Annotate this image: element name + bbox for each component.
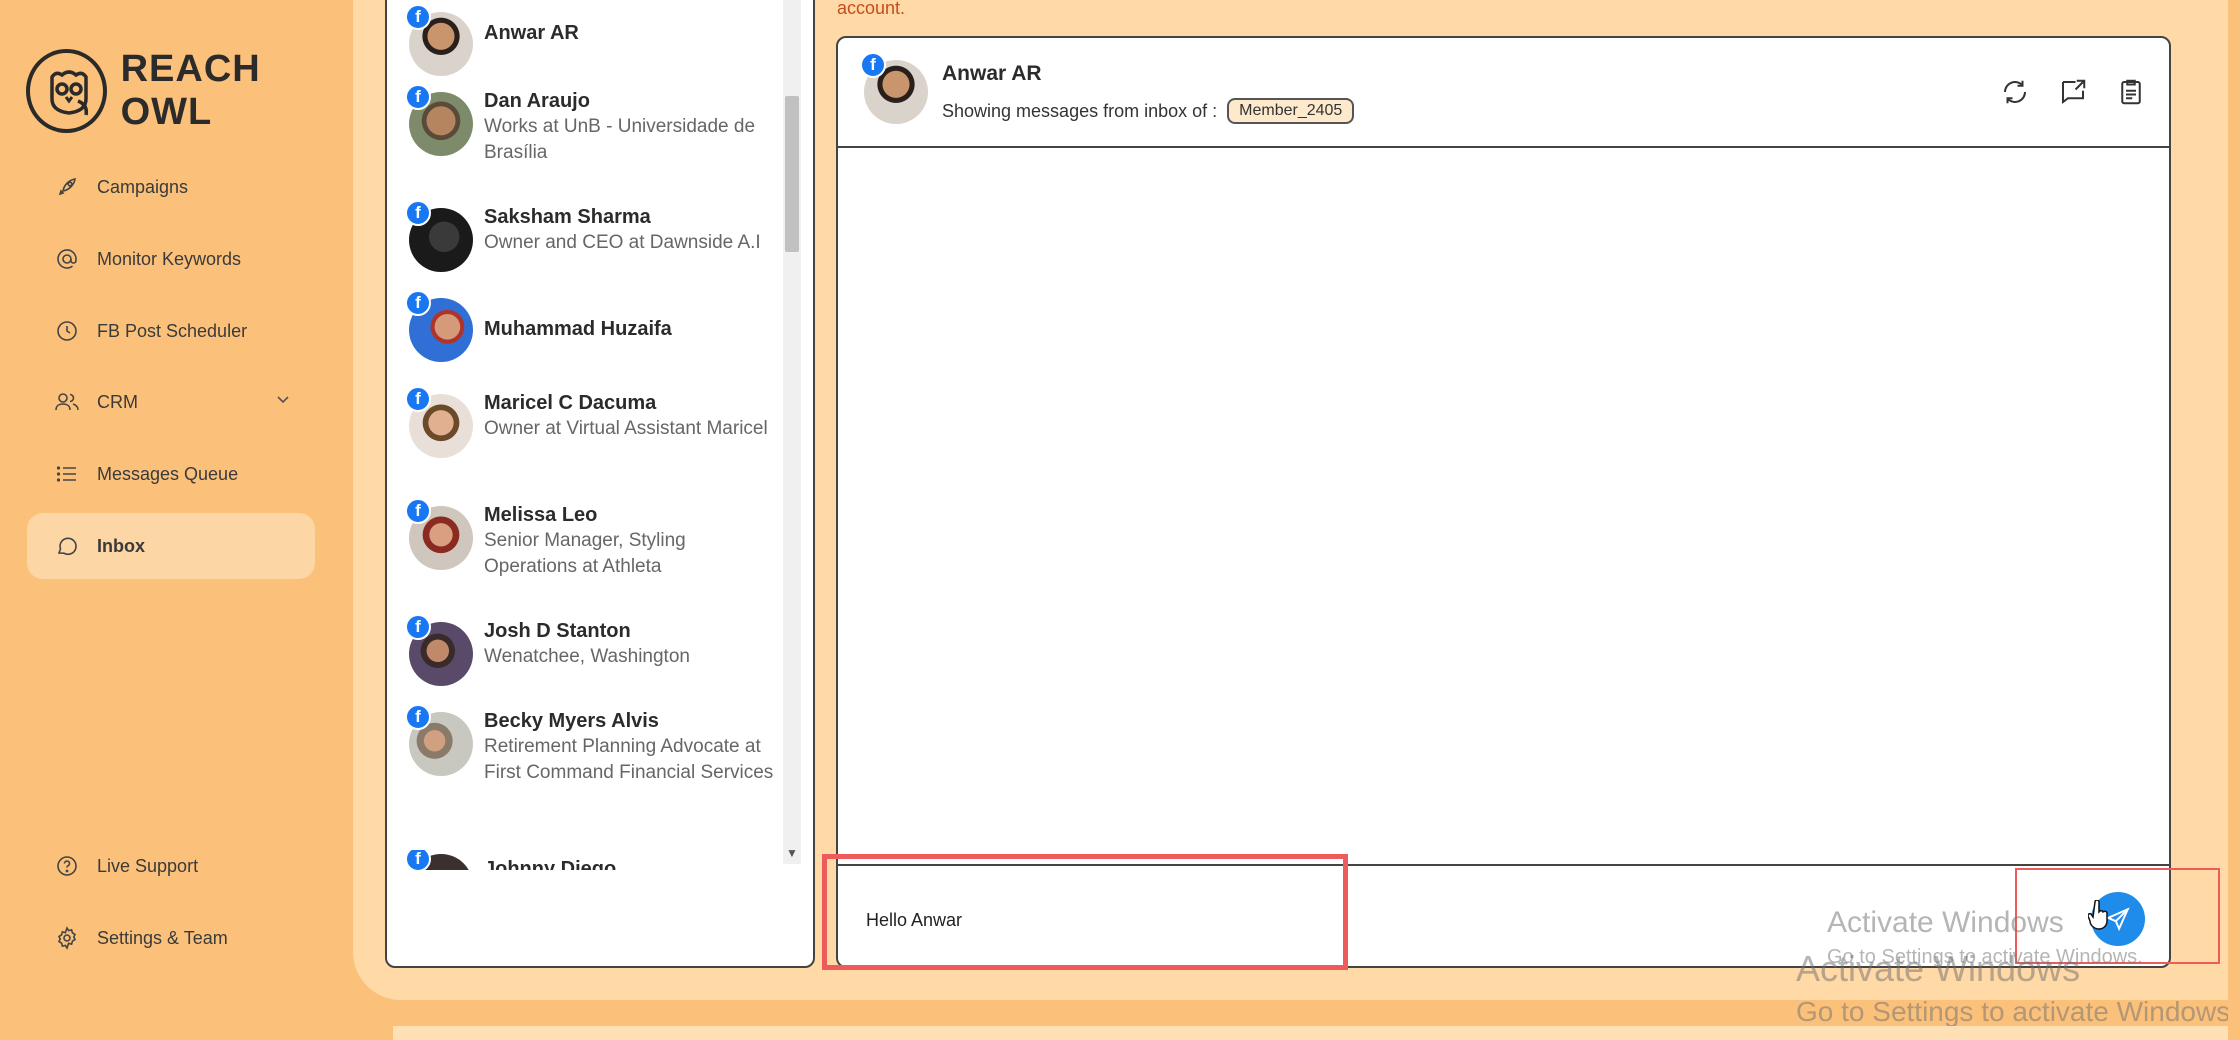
sidebar-item-inbox[interactable]: Inbox	[27, 513, 315, 579]
sidebar-item-crm[interactable]: CRM	[27, 369, 315, 435]
contact-subtitle: Senior Manager, Styling Operations at At…	[484, 530, 686, 577]
facebook-icon: f	[405, 4, 431, 30]
at-sign-icon	[53, 245, 81, 273]
contact-name: Johnny Diego	[484, 858, 617, 870]
scrollbar-thumb[interactable]	[785, 96, 799, 252]
brand-name: REACH OWL	[120, 48, 261, 133]
avatar: f	[405, 850, 473, 870]
contact-subtitle: Owner and CEO at Dawnside A.I	[484, 232, 761, 253]
bottom-strip	[393, 1026, 2240, 1040]
sidebar-item-label: FB Post Scheduler	[97, 320, 248, 341]
sidebar: REACH OWL Campaigns Monitor Keywords FB …	[0, 0, 353, 1040]
open-conversation-button[interactable]	[2057, 76, 2089, 108]
member-badge: Member_2405	[1227, 98, 1355, 124]
sidebar-item-settings-team[interactable]: Settings & Team	[27, 905, 315, 971]
sidebar-item-label: Monitor Keywords	[97, 248, 242, 269]
contact-name: Dan Araujo	[484, 90, 590, 112]
avatar: f	[405, 4, 473, 76]
avatar: f	[405, 614, 473, 686]
windows-watermark-title: Activate Windows	[1827, 906, 2064, 939]
sidebar-item-label: Campaigns	[97, 176, 189, 197]
contact-subtitle: Retirement Planning Advocate at First Co…	[484, 736, 774, 783]
contact-item[interactable]: f Johnny Diego	[387, 850, 787, 870]
contact-item[interactable]: f Saksham Sharma Owner and CEO at Dawnsi…	[387, 200, 787, 274]
avatar: f	[405, 704, 473, 776]
contact-list: f Anwar AR f Dan Araujo Works at UnB - U…	[385, 0, 815, 968]
contact-item[interactable]: f Anwar AR	[387, 2, 787, 76]
facebook-icon: f	[405, 84, 431, 110]
list-icon	[53, 460, 81, 488]
chat-header: f Anwar AR Showing messages from inbox o…	[838, 38, 2169, 148]
message-share-icon	[2062, 79, 2086, 104]
avatar: f	[405, 84, 473, 156]
contact-name: Anwar AR	[484, 22, 579, 44]
owl-logo-icon	[26, 49, 107, 133]
contact-item[interactable]: f Josh D Stanton Wenatchee, Washington	[387, 614, 787, 688]
right-strip	[2228, 0, 2240, 1040]
avatar: f	[405, 290, 473, 362]
sidebar-item-messages-queue[interactable]: Messages Queue	[27, 441, 315, 507]
facebook-icon: f	[405, 850, 431, 870]
clipboard-icon	[2121, 79, 2141, 105]
avatar: f	[405, 386, 473, 458]
facebook-icon: f	[405, 200, 431, 226]
facebook-icon: f	[405, 704, 431, 730]
windows-watermark-title: Activate Windows	[1796, 948, 2081, 989]
sidebar-item-label: Settings & Team	[97, 927, 228, 948]
sidebar-item-label: Messages Queue	[97, 463, 239, 484]
inbox-source: Showing messages from inbox of : Member_…	[942, 98, 1355, 124]
facebook-icon: f	[405, 614, 431, 640]
facebook-icon: f	[405, 290, 431, 316]
contact-name: Melissa Leo	[484, 504, 598, 526]
facebook-icon: f	[405, 498, 431, 524]
sidebar-item-label: CRM	[97, 391, 138, 412]
sidebar-item-label: Inbox	[97, 535, 145, 556]
contact-item[interactable]: f Melissa Leo Senior Manager, Styling Op…	[387, 498, 787, 592]
refresh-icon	[2004, 80, 2026, 104]
sidebar-item-fb-post-scheduler[interactable]: FB Post Scheduler	[27, 298, 315, 364]
contact-list-scrollbar[interactable]: ▼	[783, 0, 801, 864]
sidebar-item-campaigns[interactable]: Campaigns	[27, 154, 315, 220]
contact-name: Muhammad Huzaifa	[484, 318, 672, 340]
highlight-message-input	[822, 854, 1348, 970]
chat-panel: f Anwar AR Showing messages from inbox o…	[836, 36, 2171, 968]
scroll-down-arrow-icon[interactable]: ▼	[786, 846, 798, 860]
contact-name: Becky Myers Alvis	[484, 710, 659, 732]
sidebar-item-live-support[interactable]: Live Support	[27, 833, 315, 899]
logo[interactable]: REACH OWL	[26, 48, 353, 134]
contact-item[interactable]: f Becky Myers Alvis Retirement Planning …	[387, 704, 787, 828]
chat-contact-name: Anwar AR	[942, 62, 1042, 85]
notes-button[interactable]	[2115, 76, 2147, 108]
sidebar-item-monitor-keywords[interactable]: Monitor Keywords	[27, 226, 315, 292]
contact-name: Josh D Stanton	[484, 620, 631, 642]
contact-name: Maricel C Dacuma	[484, 392, 657, 414]
inbox-label: Showing messages from inbox of :	[942, 100, 1218, 121]
gear-icon	[53, 924, 81, 952]
avatar: f	[860, 52, 928, 124]
contact-subtitle: Works at UnB - Universidade de Brasília	[484, 116, 756, 163]
windows-watermark-subtitle: Go to Settings to activate Windows.	[1796, 996, 2238, 1027]
avatar: f	[405, 498, 473, 570]
contact-subtitle: Wenatchee, Washington	[484, 646, 690, 667]
hand-cursor-icon	[2087, 899, 2110, 935]
facebook-icon: f	[405, 386, 431, 412]
chevron-down-icon[interactable]	[275, 391, 291, 412]
sidebar-item-label: Live Support	[97, 855, 199, 876]
contact-item[interactable]: f Dan Araujo Works at UnB - Universidade…	[387, 84, 787, 178]
users-icon	[53, 388, 81, 416]
chat-bubble-icon	[53, 532, 81, 560]
chat-actions	[1999, 76, 2147, 108]
facebook-icon: f	[860, 52, 886, 78]
rocket-icon	[53, 173, 81, 201]
refresh-button[interactable]	[1999, 76, 2031, 108]
contact-name: Saksham Sharma	[484, 206, 651, 228]
contact-item[interactable]: f Maricel C Dacuma Owner at Virtual Assi…	[387, 386, 787, 480]
message-area	[838, 148, 2169, 864]
contact-item[interactable]: f Muhammad Huzaifa	[387, 290, 787, 362]
avatar: f	[405, 200, 473, 272]
clock-icon	[53, 317, 81, 345]
help-circle-icon	[53, 852, 81, 880]
notice-text: account.	[837, 0, 906, 18]
contact-subtitle: Owner at Virtual Assistant Maricel	[484, 418, 768, 439]
